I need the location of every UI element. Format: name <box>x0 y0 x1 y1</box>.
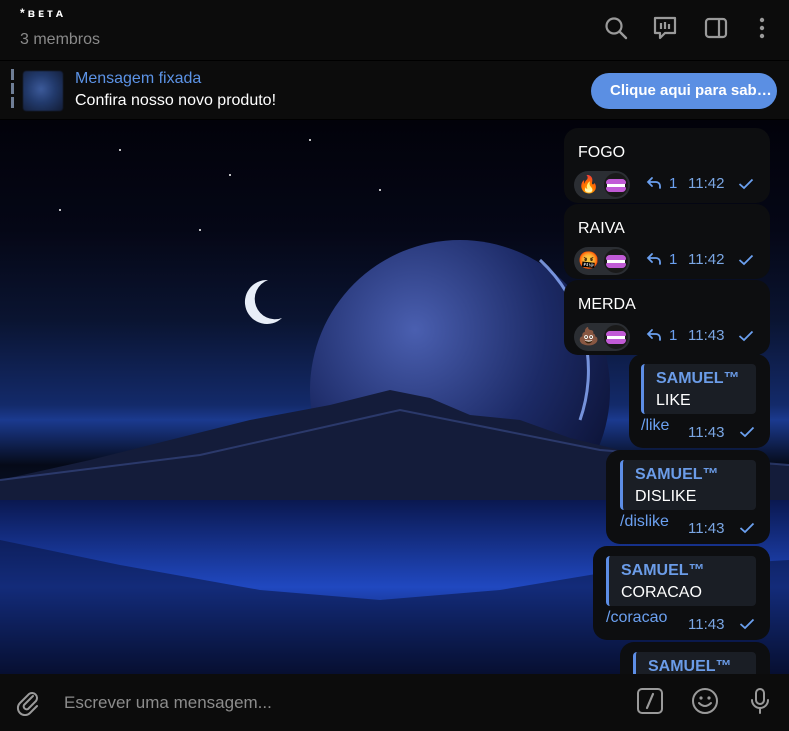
commands-icon[interactable] <box>635 686 665 716</box>
topics-icon[interactable] <box>651 14 679 42</box>
pinned-text: Confira nosso novo produto! <box>75 92 277 109</box>
message-bubble[interactable]: MERDA 💩 1 11:43 <box>564 280 770 355</box>
quote-text: DISLIKE <box>635 488 697 505</box>
message-time: 11:42 <box>688 175 725 192</box>
message-time: 11:43 <box>688 616 725 633</box>
reaction-angry-emoji[interactable]: 🤬 <box>578 249 599 273</box>
reply-count[interactable]: 1 <box>669 327 677 344</box>
message-bubble[interactable]: SAMUEL™ CORACAO /coracao 11:43 <box>593 546 770 640</box>
reaction-poop-emoji[interactable]: 💩 <box>578 325 599 349</box>
reactions[interactable]: 🤬 <box>574 247 630 275</box>
message-bubble[interactable]: RAIVA 🤬 1 11:42 <box>564 204 770 279</box>
message-text: FOGO <box>578 144 626 161</box>
attach-icon[interactable] <box>14 688 42 716</box>
reply-count[interactable]: 1 <box>669 251 677 268</box>
quote-text: CORACAO <box>621 584 702 601</box>
pinned-thumbnail <box>23 71 63 111</box>
message-text: MERDA <box>578 296 636 313</box>
message-bubble[interactable]: SAMUEL™ <box>620 642 770 674</box>
quote-author: SAMUEL™ <box>635 466 719 483</box>
message-time: 11:42 <box>688 251 725 268</box>
reaction-lips-emoji[interactable] <box>604 173 628 197</box>
read-check-icon <box>739 618 755 630</box>
pinned-indicator <box>11 69 14 111</box>
read-check-icon <box>738 178 754 190</box>
member-count: 3 membros <box>20 31 101 48</box>
message-time: 11:43 <box>688 520 725 537</box>
pinned-title: Mensagem fixada <box>75 70 202 87</box>
more-icon[interactable] <box>748 14 776 42</box>
pinned-message-bar[interactable]: Mensagem fixada Confira nosso novo produ… <box>0 61 789 119</box>
message-composer <box>0 674 789 731</box>
read-check-icon <box>738 330 754 342</box>
message-input[interactable] <box>62 689 626 717</box>
quote-text: LIKE <box>656 392 691 409</box>
sidebar-toggle-icon[interactable] <box>702 14 730 42</box>
reaction-lips-emoji[interactable] <box>604 249 628 273</box>
quote-author: SAMUEL™ <box>648 658 732 674</box>
quoted-message[interactable]: SAMUEL™ <box>633 652 756 674</box>
message-bubble[interactable]: FOGO 🔥 1 11:42 <box>564 128 770 203</box>
emoji-icon[interactable] <box>690 686 720 716</box>
bot-command-link[interactable]: /coracao <box>606 609 667 627</box>
reaction-lips-emoji[interactable] <box>604 325 628 349</box>
reactions[interactable]: 🔥 <box>574 171 630 199</box>
message-time: 11:43 <box>688 327 725 344</box>
quote-author: SAMUEL™ <box>656 370 740 387</box>
reply-arrow-icon[interactable] <box>646 328 662 342</box>
message-time: 11:43 <box>688 424 725 441</box>
reply-count[interactable]: 1 <box>669 175 677 192</box>
reply-arrow-icon[interactable] <box>646 252 662 266</box>
message-bubble[interactable]: SAMUEL™ LIKE /like 11:43 <box>629 354 770 448</box>
quoted-message[interactable]: SAMUEL™ CORACAO <box>606 556 756 606</box>
bot-command-link[interactable]: /like <box>641 417 669 435</box>
bot-command-link[interactable]: /dislike <box>620 513 669 531</box>
search-icon[interactable] <box>602 14 630 42</box>
quote-author: SAMUEL™ <box>621 562 705 579</box>
message-bubble[interactable]: SAMUEL™ DISLIKE /dislike 11:43 <box>606 450 770 544</box>
reply-arrow-icon[interactable] <box>646 176 662 190</box>
pinned-action-button[interactable]: Clique aqui para saber mais <box>591 73 777 109</box>
read-check-icon <box>739 522 755 534</box>
read-check-icon <box>739 426 755 438</box>
chat-header: *ʙᴇᴛᴀ 3 membros <box>0 0 789 61</box>
read-check-icon <box>738 254 754 266</box>
quoted-message[interactable]: SAMUEL™ DISLIKE <box>620 460 756 510</box>
reactions[interactable]: 💩 <box>574 323 630 351</box>
reaction-fire-emoji[interactable]: 🔥 <box>578 173 599 197</box>
chat-title[interactable]: *ʙᴇᴛᴀ <box>20 6 66 20</box>
microphone-icon[interactable] <box>745 686 775 716</box>
quoted-message[interactable]: SAMUEL™ LIKE <box>641 364 756 414</box>
message-text: RAIVA <box>578 220 625 237</box>
chat-area: FOGO 🔥 1 11:42 RAIVA 🤬 1 11:42 MERDA 💩 1… <box>0 120 789 674</box>
